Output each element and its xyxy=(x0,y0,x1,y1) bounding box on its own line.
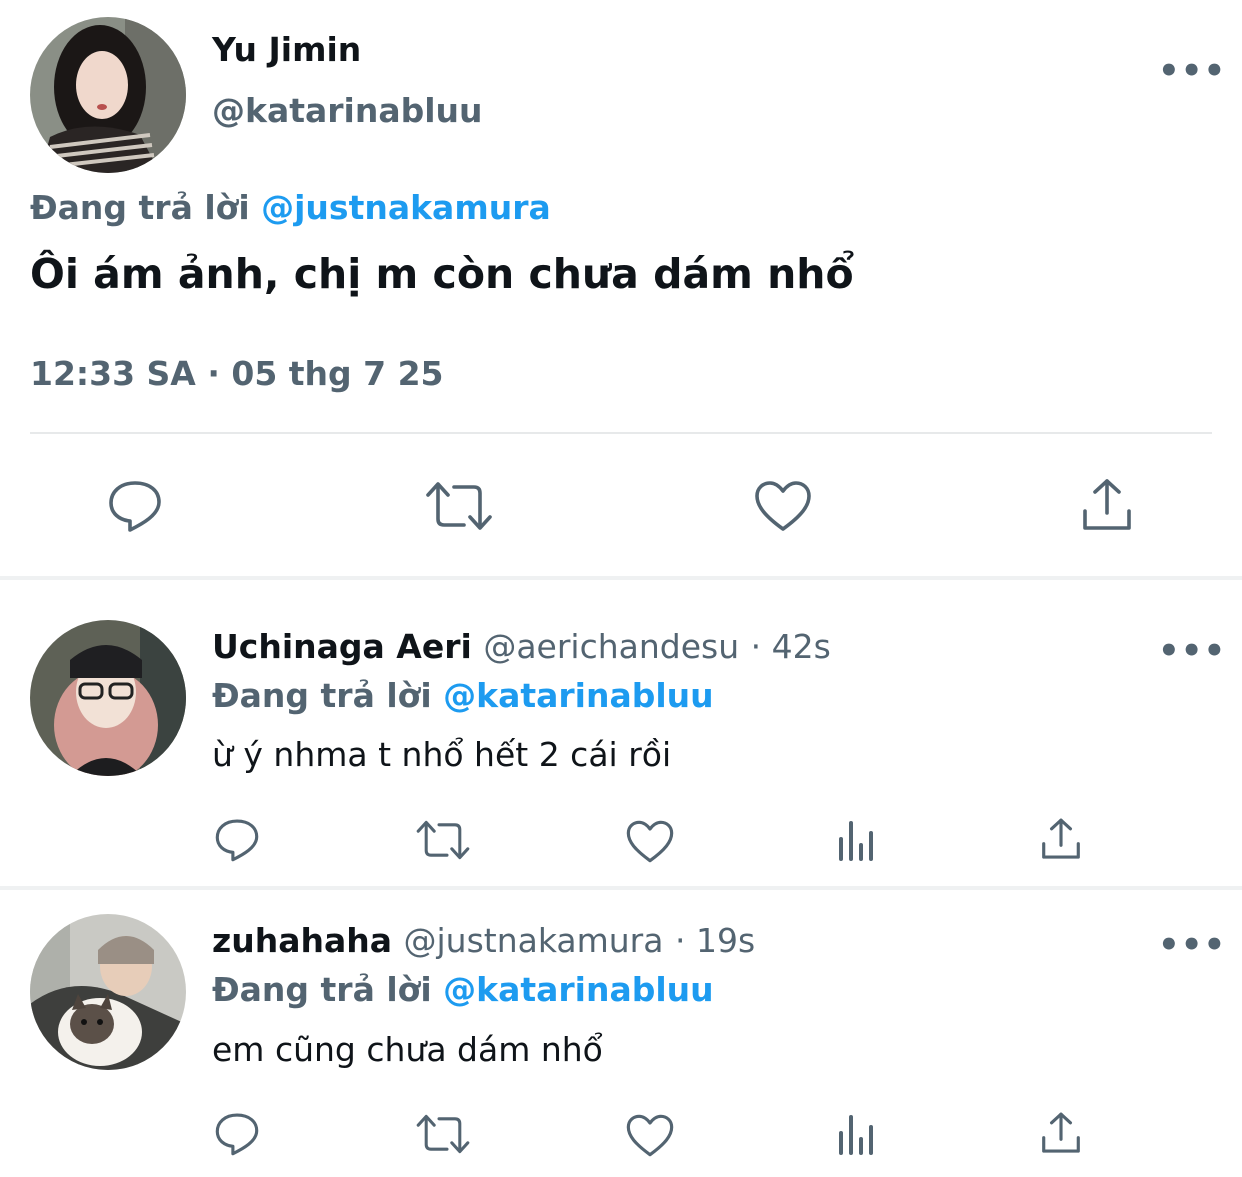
views-icon[interactable] xyxy=(832,1110,880,1158)
reply-icon[interactable] xyxy=(210,1108,264,1160)
tweet-text: Ôi ám ảnh, chị m còn chưa dám nhổ xyxy=(30,250,854,298)
retweet-icon[interactable] xyxy=(422,476,496,536)
replying-prefix: Đang trả lời xyxy=(212,676,432,715)
reply-author-handle[interactable]: @aerichandesu xyxy=(483,627,739,666)
like-icon[interactable] xyxy=(622,1110,678,1160)
author-handle[interactable]: @katarinabluu xyxy=(212,91,483,130)
share-icon[interactable] xyxy=(1076,474,1138,536)
like-icon[interactable] xyxy=(622,816,678,866)
avatar[interactable] xyxy=(30,17,186,173)
reply-author-line: zuhahaha @justnakamura · 19s xyxy=(212,921,755,960)
divider xyxy=(30,432,1212,434)
retweet-icon[interactable] xyxy=(412,1110,474,1158)
reply-age: · 42s xyxy=(750,627,831,666)
replying-to-mention[interactable]: @katarinabluu xyxy=(443,676,714,715)
replying-to: Đang trả lời @justnakamura xyxy=(30,188,551,227)
views-icon[interactable] xyxy=(832,816,880,864)
replying-to-mention[interactable]: @katarinabluu xyxy=(443,970,714,1009)
reply-icon[interactable] xyxy=(100,474,170,538)
reply-icon[interactable] xyxy=(210,814,264,866)
share-icon[interactable] xyxy=(1036,1108,1086,1158)
replying-to-mention[interactable]: @justnakamura xyxy=(261,188,551,227)
reply-author-name[interactable]: zuhahaha xyxy=(212,921,392,960)
more-options-icon[interactable]: ••• xyxy=(1158,928,1226,962)
reply-text: ừ ý nhma t nhổ hết 2 cái rồi xyxy=(212,735,672,774)
reply-author-handle[interactable]: @justnakamura xyxy=(404,921,664,960)
replying-to: Đang trả lời @katarinabluu xyxy=(212,676,714,715)
section-divider xyxy=(0,886,1242,890)
replying-to: Đang trả lời @katarinabluu xyxy=(212,970,714,1009)
replying-prefix: Đang trả lời xyxy=(30,188,250,227)
reply-author-line: Uchinaga Aeri @aerichandesu · 42s xyxy=(212,627,831,666)
avatar[interactable] xyxy=(30,914,186,1070)
replying-prefix: Đang trả lời xyxy=(212,970,432,1009)
tweet-timestamp[interactable]: 12:33 SA · 05 thg 7 25 xyxy=(30,354,444,393)
author-name[interactable]: Yu Jimin xyxy=(212,30,361,69)
reply-age: · 19s xyxy=(674,921,756,960)
retweet-icon[interactable] xyxy=(412,816,474,864)
share-icon[interactable] xyxy=(1036,814,1086,864)
reply-text: em cũng chưa dám nhổ xyxy=(212,1030,603,1069)
reply-author-name[interactable]: Uchinaga Aeri xyxy=(212,627,472,666)
like-icon[interactable] xyxy=(750,476,816,536)
avatar[interactable] xyxy=(30,620,186,776)
more-options-icon[interactable]: ••• xyxy=(1158,54,1226,88)
more-options-icon[interactable]: ••• xyxy=(1158,634,1226,668)
section-divider xyxy=(0,576,1242,580)
